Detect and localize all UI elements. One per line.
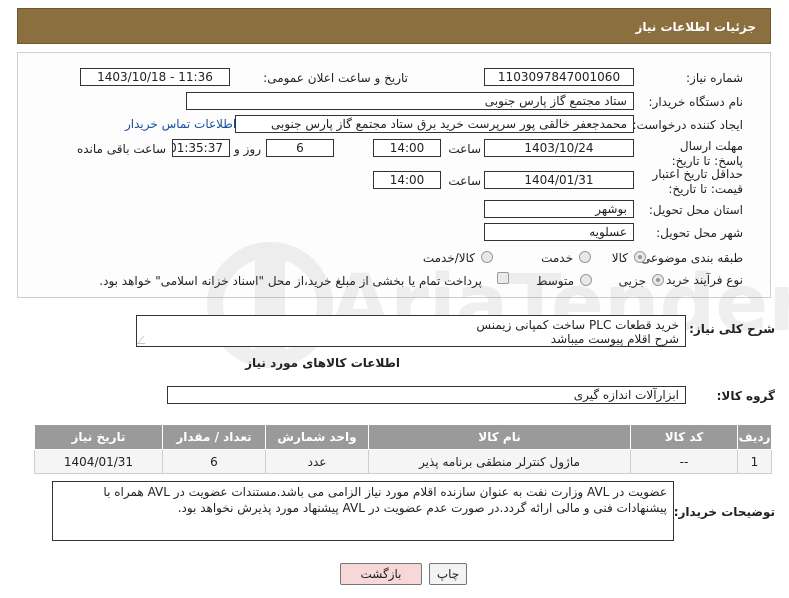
goods-table: ردیف کد کالا نام کالا واحد شمارش تعداد /…: [34, 424, 772, 474]
cell-item-name: ماژول کنترلر منطقی برنامه پذیر: [368, 449, 631, 474]
col-item-code: کد کالا: [630, 424, 738, 450]
category-goods-service-label: کالا/خدمت: [422, 251, 475, 265]
need-number-label: شماره نیاز:: [686, 71, 743, 85]
time-remaining-label: ساعت باقی مانده: [76, 142, 166, 156]
cell-need-date: 1404/01/31: [34, 449, 163, 474]
validity-time-field[interactable]: 14:00: [373, 171, 441, 189]
validity-label: حداقل تاریخ اعتبار قیمت: تا تاریخ:: [652, 167, 743, 196]
col-unit: واحد شمارش: [265, 424, 369, 450]
announce-field[interactable]: 1403/10/18 - 11:36: [80, 68, 230, 86]
process-minor-label: جزیی: [618, 274, 646, 288]
category-service-radio[interactable]: [579, 251, 591, 263]
buyer-notes-label: توضیحات خریدار:: [673, 505, 775, 519]
need-number-field[interactable]: 1103097847001060: [484, 68, 634, 86]
deadline-time-label: ساعت: [448, 142, 481, 156]
cell-row-number: 1: [737, 449, 772, 474]
category-label: طبقه بندی موضوعی:: [636, 251, 743, 265]
buyer-contact-link[interactable]: اطلاعات تماس خریدار: [125, 117, 236, 131]
col-item-name: نام کالا: [368, 424, 631, 450]
category-goods-radio[interactable]: [634, 251, 646, 263]
creator-field[interactable]: محمدجعفر خالقی پور سرپرست خرید برق ستاد …: [235, 115, 634, 133]
city-label: شهر محل تحویل:: [656, 226, 743, 240]
deadline-label: مهلت ارسال پاسخ: تا تاریخ:: [671, 139, 743, 168]
goods-table-header: ردیف کد کالا نام کالا واحد شمارش تعداد /…: [34, 424, 772, 450]
treasury-payment-checkbox[interactable]: [497, 272, 509, 284]
time-remaining-field[interactable]: 01:35:37: [172, 139, 230, 157]
creator-label: ایجاد کننده درخواست:: [632, 118, 743, 132]
category-goods-service-radio[interactable]: [481, 251, 493, 263]
category-service-label: خدمت: [541, 251, 573, 265]
city-field[interactable]: عسلویه: [484, 223, 634, 241]
col-row-number: ردیف: [737, 424, 772, 450]
deadline-date-field[interactable]: 1403/10/24: [484, 139, 634, 157]
announce-label: تاریخ و ساعت اعلان عمومی:: [263, 71, 408, 85]
description-textarea[interactable]: خرید قطعات PLC ساخت کمپانی زیمنس شرح اقل…: [136, 315, 686, 347]
description-line-1: خرید قطعات PLC ساخت کمپانی زیمنس: [476, 318, 679, 332]
validity-date-field[interactable]: 1404/01/31: [484, 171, 634, 189]
description-label: شرح کلی نیاز:: [689, 322, 775, 336]
back-button[interactable]: بازگشت: [340, 563, 422, 585]
col-quantity: تعداد / مقدار: [162, 424, 266, 450]
province-field[interactable]: بوشهر: [484, 200, 634, 218]
deadline-time-field[interactable]: 14:00: [373, 139, 441, 157]
print-button[interactable]: چاپ: [429, 563, 467, 585]
process-minor-radio[interactable]: [652, 274, 664, 286]
goods-group-field[interactable]: ابزارآلات اندازه گیری: [167, 386, 686, 404]
table-row[interactable]: 1 -- ماژول کنترلر منطقی برنامه پذیر عدد …: [34, 449, 772, 474]
days-remaining-field[interactable]: 6: [266, 139, 334, 157]
process-label: نوع فرآیند خرید :: [658, 273, 743, 287]
goods-section-title: اطلاعات کالاهای مورد نیاز: [245, 356, 400, 370]
process-medium-radio[interactable]: [580, 274, 592, 286]
cell-unit: عدد: [265, 449, 369, 474]
validity-time-label: ساعت: [448, 174, 481, 188]
buyer-org-label: نام دستگاه خریدار:: [648, 95, 744, 109]
province-label: استان محل تحویل:: [648, 203, 743, 217]
cell-quantity: 6: [162, 449, 266, 474]
goods-group-label: گروه کالا:: [716, 389, 775, 403]
page-header: جزئیات اطلاعات نیاز: [17, 8, 771, 44]
buyer-notes-textarea[interactable]: عضویت در AVL وزارت نفت به عنوان سازنده ا…: [52, 481, 674, 541]
cell-item-code: --: [630, 449, 738, 474]
process-medium-label: متوسط: [536, 274, 574, 288]
buyer-org-field[interactable]: ستاد مجتمع گاز پارس جنوبی: [186, 92, 634, 110]
days-label: روز و: [234, 142, 261, 156]
page-title: جزئیات اطلاعات نیاز: [635, 20, 756, 34]
category-goods-label: کالا: [611, 251, 628, 265]
col-need-date: تاریخ نیاز: [34, 424, 163, 450]
treasury-payment-note: پرداخت تمام یا بخشی از مبلغ خرید،از محل …: [99, 274, 482, 288]
description-line-2: شرح اقلام پیوست میباشد: [550, 332, 679, 346]
